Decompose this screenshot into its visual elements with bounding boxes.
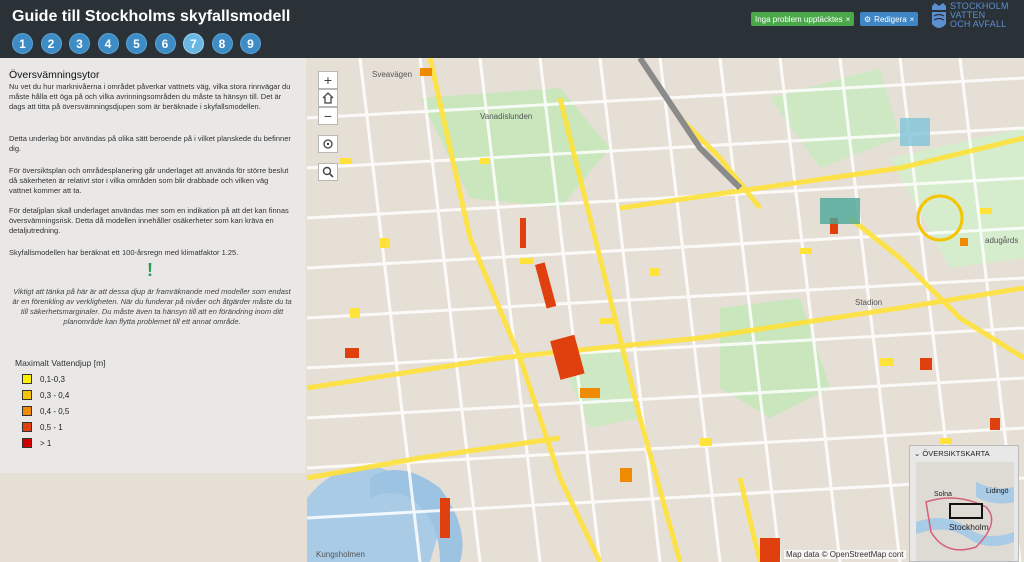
crosshair-icon [323, 139, 333, 149]
search-icon [322, 166, 334, 178]
info-panel: Översvämningsytor Nu vet du hur marknivå… [0, 58, 306, 473]
zoom-in-button[interactable]: + [318, 71, 338, 89]
app-title: Guide till Stockholms skyfallsmodell [12, 8, 291, 25]
zoom-out-button[interactable]: − [318, 107, 338, 125]
close-icon[interactable]: × [910, 15, 915, 24]
overview-title: ÖVERSIKTSKARTA [922, 449, 990, 458]
step-8-button[interactable]: 8 [211, 33, 233, 54]
legend-item: 0,3 - 0,4 [22, 390, 69, 400]
map-label-sveavagen: Sveavägen [372, 70, 413, 79]
legend-item: 0,1-0,3 [22, 374, 65, 384]
stockholm-vatten-logo: STOCKHOLM VATTEN OCH AVFALL [930, 2, 1016, 34]
home-icon [322, 92, 334, 104]
legend-label: 0,1-0,3 [40, 374, 65, 384]
overview-label-stockholm: Stockholm [949, 522, 989, 532]
legend-label: 0,5 - 1 [40, 422, 63, 432]
overview-graphics [916, 462, 1014, 561]
app-header: Guide till Stockholms skyfallsmodell 1 2… [0, 0, 1024, 58]
map-label-ladugards: adugårds [985, 236, 1019, 245]
no-problems-label: Inga problem upptäcktes [755, 14, 843, 24]
legend-item: 0,5 - 1 [22, 422, 63, 432]
overview-map-panel: ⌄ ÖVERSIKTSKARTA Solna Lidingö Stockholm [909, 445, 1019, 562]
overview-toggle[interactable]: ⌄ ÖVERSIKTSKARTA [914, 449, 990, 458]
crown-shield-icon [932, 3, 946, 28]
panel-paragraph-1: Nu vet du hur marknivåerna i området påv… [9, 82, 291, 111]
locate-button[interactable] [318, 135, 338, 153]
panel-paragraph-2: Detta underlag bör användas på olika sät… [9, 134, 291, 153]
step-9-button[interactable]: 9 [240, 33, 261, 54]
legend-swatch [22, 422, 32, 432]
close-icon[interactable]: × [846, 15, 851, 24]
step-7-button[interactable]: 7 [183, 33, 204, 54]
step-navigation: 1 2 3 4 5 6 7 8 9 [12, 33, 269, 54]
edit-badge[interactable]: ⚙ Redigera × [860, 12, 919, 26]
step-4-button[interactable]: 4 [97, 33, 119, 54]
step-2-button[interactable]: 2 [40, 33, 62, 54]
legend-swatch [22, 374, 32, 384]
step-1-button[interactable]: 1 [12, 33, 33, 54]
legend-swatch [22, 406, 32, 416]
overview-label-lidingo: Lidingö [986, 488, 1009, 495]
logo-wordmark: STOCKHOLM VATTEN OCH AVFALL [950, 2, 1009, 29]
step-5-button[interactable]: 5 [126, 33, 147, 54]
logo-line-3: OCH AVFALL [950, 19, 1007, 29]
step-3-button[interactable]: 3 [69, 33, 90, 54]
legend-label: 0,4 - 0,5 [40, 406, 70, 416]
map-label-kungsholmen: Kungsholmen [316, 550, 365, 559]
overview-label-solna: Solna [934, 491, 952, 498]
step-6-button[interactable]: 6 [154, 33, 176, 54]
no-problems-badge[interactable]: Inga problem upptäcktes × [751, 12, 855, 26]
map-label-stadion: Stadion [855, 298, 883, 307]
panel-paragraph-5: Skyfallsmodellen har beräknat ett 100-år… [9, 248, 239, 257]
legend-title: Maximalt Vattendjup [m] [15, 358, 106, 368]
legend-label: > 1 [40, 438, 52, 448]
home-button[interactable] [318, 89, 338, 107]
search-button[interactable] [318, 163, 338, 181]
map-attribution: Map data © OpenStreetMap cont [784, 550, 906, 559]
legend-item: 0,4 - 0,5 [22, 406, 69, 416]
legend-swatch [22, 390, 32, 400]
map-label-vanadislunden: Vanadislunden [480, 112, 533, 121]
warning-exclamation-icon: ! [147, 260, 153, 280]
legend-item: > 1 [22, 438, 51, 448]
edit-label: Redigera [874, 14, 907, 24]
legend-swatch [22, 438, 32, 448]
panel-paragraph-4: För detaljplan skall underlaget användas… [9, 206, 289, 235]
gear-icon: ⚙ [864, 14, 872, 24]
chevron-down-icon: ⌄ [914, 449, 921, 458]
panel-title: Översvämningsytor [9, 69, 100, 81]
warning-text: Viktigt att tänka på här är att dessa dj… [12, 287, 292, 326]
panel-paragraph-3: För översiktsplan och områdesplanering g… [9, 166, 289, 195]
legend-label: 0,3 - 0,4 [40, 390, 70, 400]
overview-map[interactable]: Solna Lidingö Stockholm [916, 462, 1014, 561]
